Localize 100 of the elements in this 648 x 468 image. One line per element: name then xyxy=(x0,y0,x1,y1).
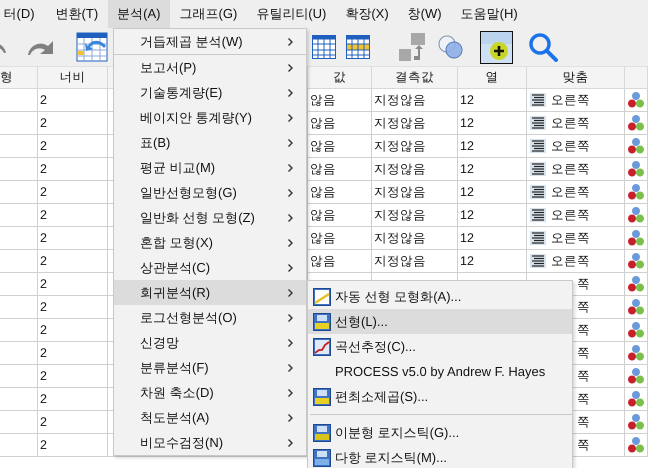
table-cell: 2 xyxy=(38,342,108,365)
menu-bar-item[interactable]: 확장(X) xyxy=(336,0,398,28)
menu-item[interactable]: PROCESS v5.0 by Andrew F. Hayes xyxy=(308,359,572,384)
menu-item[interactable]: 로그선형분석(O) xyxy=(114,305,306,330)
measure-icon xyxy=(627,229,645,247)
menu-item[interactable]: 신경망 xyxy=(114,330,306,355)
table-cell: 지정않음 xyxy=(372,227,458,250)
measure-icon xyxy=(627,114,645,132)
add-icon[interactable] xyxy=(480,30,513,64)
table-cell: 않음 xyxy=(308,89,372,112)
align-right-icon xyxy=(530,231,546,245)
empty-cell xyxy=(0,227,38,250)
menu-bar-item[interactable]: 그래프(G) xyxy=(170,0,247,28)
chevron-icon xyxy=(287,37,294,47)
table-cell: 오른쪽 xyxy=(551,160,590,178)
measure-icon xyxy=(627,436,645,454)
menu-bar-item[interactable]: 유틸리티(U) xyxy=(246,0,336,28)
measure-icon xyxy=(627,137,645,155)
menu-item[interactable]: 편최소제곱(S)... xyxy=(308,384,572,409)
table-cell: 12 xyxy=(458,181,527,204)
menu-item[interactable]: 분류분석(F) xyxy=(114,355,306,380)
table-cell: 2 xyxy=(38,227,108,250)
table-cell: 12 xyxy=(458,135,527,158)
table-cell: 쪽 xyxy=(577,368,590,384)
chevron-icon xyxy=(287,162,294,172)
table-cell: 12 xyxy=(458,89,527,112)
table-cell: 쪽 xyxy=(577,344,590,362)
select-cases-icon[interactable] xyxy=(346,35,370,59)
table-cell: 2 xyxy=(38,89,108,112)
menu-item[interactable]: 평균 비교(M) xyxy=(114,155,306,180)
empty-cell xyxy=(0,250,38,273)
column-header: 열 xyxy=(458,67,527,89)
menu-item[interactable]: 베이지안 통계량(Y) xyxy=(114,105,306,130)
search-icon[interactable] xyxy=(527,31,559,63)
empty-cell xyxy=(0,365,38,388)
measure-icon xyxy=(627,298,645,316)
chevron-icon xyxy=(287,238,294,248)
table-cell: 지정않음 xyxy=(372,181,458,204)
chevron-icon xyxy=(287,212,294,222)
menu-item[interactable]: 회귀분석(R) xyxy=(114,280,306,305)
menu-item[interactable]: 차원 축소(D) xyxy=(114,380,306,405)
menu-bar-item[interactable]: 변환(T) xyxy=(46,0,108,28)
menu-item[interactable]: 비모수검정(N) xyxy=(114,430,306,455)
logistic-regression-icon xyxy=(313,424,331,442)
weight-cases-icon[interactable] xyxy=(398,32,428,62)
table-cell: 12 xyxy=(458,250,527,273)
menu-bar-item[interactable]: 도움말(H) xyxy=(451,0,528,28)
curve-chart-icon xyxy=(313,338,331,356)
menu-item[interactable]: 척도분석(A) xyxy=(114,405,306,430)
empty-cell xyxy=(0,89,38,112)
table-cell: 않음 xyxy=(308,204,372,227)
measure-icon xyxy=(627,344,645,362)
menu-item[interactable]: 표(B) xyxy=(114,130,306,155)
table-cell: 2 xyxy=(38,181,108,204)
table-cell: 지정않음 xyxy=(372,158,458,181)
menu-item[interactable]: 일반화 선형 모형(Z) xyxy=(114,205,306,230)
measure-icon xyxy=(627,183,645,201)
chevron-icon xyxy=(287,338,294,348)
menu-item[interactable]: 보고서(P) xyxy=(114,55,306,80)
menu-item[interactable]: 이분형 로지스틱(G)... xyxy=(308,420,572,445)
table-cell: 2 xyxy=(38,204,108,227)
menu-item[interactable]: 선형(L)... xyxy=(308,309,572,334)
measure-icon xyxy=(627,390,645,408)
multinomial-regression-icon xyxy=(313,448,331,466)
table-cell: 2 xyxy=(38,296,108,319)
align-right-icon xyxy=(530,93,546,107)
table-cell: 2 xyxy=(38,158,108,181)
table-cell: 2 xyxy=(38,273,108,296)
menu-item[interactable]: 다항 로지스틱(M)... xyxy=(308,445,572,468)
chevron-icon xyxy=(287,112,294,122)
chevron-icon xyxy=(287,438,294,448)
menu-bar-item[interactable]: 창(W) xyxy=(398,0,452,28)
empty-cell xyxy=(0,135,38,158)
align-right-icon xyxy=(530,116,546,130)
venn-circles-icon[interactable] xyxy=(438,34,464,60)
menu-item[interactable]: 일반선형모형(G) xyxy=(114,180,306,205)
menu-bar-item[interactable]: 터(D) xyxy=(0,0,44,28)
align-right-icon xyxy=(530,254,546,268)
go-to-data-icon[interactable] xyxy=(76,32,110,62)
split-file-icon[interactable] xyxy=(312,35,336,59)
empty-cell xyxy=(0,388,38,411)
table-cell: 지정않음 xyxy=(372,250,458,273)
menu-item[interactable]: 기술통계량(E) xyxy=(114,80,306,105)
table-cell: 쪽 xyxy=(577,390,590,408)
chevron-icon xyxy=(287,62,294,72)
menu-bar-item[interactable]: 분석(A) xyxy=(108,0,170,28)
menu-item[interactable]: 혼합 모형(X) xyxy=(114,230,306,255)
table-cell: 2 xyxy=(38,250,108,273)
table-cell: 2 xyxy=(38,319,108,342)
auto-model-icon xyxy=(313,288,331,306)
menu-item[interactable]: 상관분석(C) xyxy=(114,255,306,280)
table-cell: 오른쪽 xyxy=(551,230,590,246)
chevron-icon xyxy=(287,412,294,422)
table-cell: 12 xyxy=(458,158,527,181)
menu-item[interactable]: 거듭제곱 분석(W) xyxy=(114,30,306,54)
empty-cell xyxy=(0,112,38,135)
menu-item[interactable]: 곡선추정(C)... xyxy=(308,334,572,359)
column-header: 형 xyxy=(0,67,38,89)
table-cell: 지정않음 xyxy=(372,135,458,158)
menu-item[interactable]: 자동 선형 모형화(A)... xyxy=(308,284,572,309)
